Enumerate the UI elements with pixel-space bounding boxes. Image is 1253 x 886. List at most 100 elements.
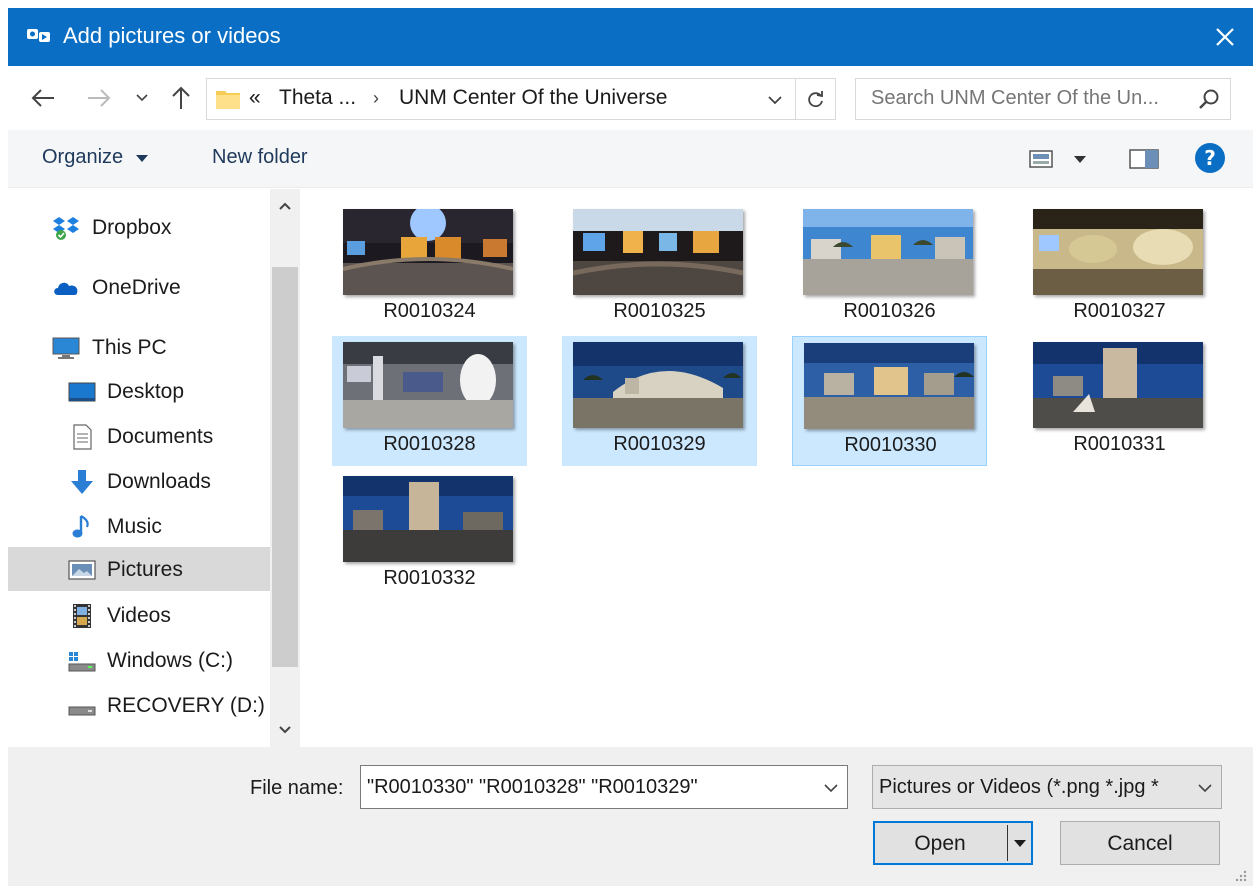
nav-label-windows-c: Windows (C:) bbox=[107, 649, 234, 672]
help-button[interactable]: ? bbox=[1194, 142, 1226, 179]
nav-label-documents: Documents bbox=[107, 425, 214, 448]
cancel-button[interactable]: Cancel bbox=[1060, 821, 1220, 865]
nav-item-documents[interactable]: Documents bbox=[8, 414, 270, 458]
file-name-label: File name: bbox=[250, 777, 344, 799]
nav-item-music[interactable]: Music bbox=[8, 504, 270, 548]
file-tile-r0010325[interactable]: R0010325 bbox=[562, 203, 757, 333]
forward-arrow-icon bbox=[88, 89, 111, 107]
nav-label-dropbox: Dropbox bbox=[92, 216, 172, 239]
view-icon bbox=[1029, 150, 1086, 168]
close-icon bbox=[1216, 28, 1234, 46]
open-button[interactable]: Open bbox=[873, 821, 1033, 865]
cancel-label: Cancel bbox=[1107, 832, 1173, 855]
preview-pane-button[interactable] bbox=[1128, 147, 1160, 176]
nav-item-onedrive[interactable]: OneDrive bbox=[8, 265, 270, 309]
preview-pane-icon bbox=[1129, 149, 1159, 169]
nav-label-downloads: Downloads bbox=[107, 470, 211, 493]
nav-item-downloads[interactable]: Downloads bbox=[8, 459, 270, 503]
file-type-dropdown-button[interactable] bbox=[1193, 776, 1217, 800]
breadcrumb-separator[interactable]: › bbox=[373, 88, 379, 109]
file-tile-r0010326[interactable]: R0010326 bbox=[792, 203, 987, 333]
nav-item-videos[interactable]: Videos bbox=[8, 593, 270, 637]
file-name: R0010326 bbox=[843, 300, 936, 322]
file-name: R0010330 bbox=[844, 434, 937, 456]
search-icon bbox=[1199, 89, 1219, 109]
search-input[interactable]: Search UNM Center Of the Un... bbox=[871, 87, 1186, 110]
help-icon: ? bbox=[1195, 143, 1225, 173]
address-overflow[interactable]: « bbox=[249, 86, 261, 110]
file-tile-r0010327[interactable]: R0010327 bbox=[1022, 203, 1217, 333]
address-dropdown-button[interactable] bbox=[762, 87, 788, 113]
thumbnail-r0010328 bbox=[343, 342, 513, 428]
file-name-dropdown-button[interactable] bbox=[819, 776, 843, 800]
nav-item-dropbox[interactable]: Dropbox bbox=[8, 205, 270, 249]
close-button[interactable] bbox=[1197, 8, 1253, 66]
chevron-down-icon bbox=[279, 726, 291, 734]
file-tile-r0010324[interactable]: R0010324 bbox=[332, 203, 527, 333]
chevron-down-icon bbox=[1198, 784, 1212, 793]
change-view-button[interactable] bbox=[1028, 148, 1098, 175]
breadcrumb-theta[interactable]: Theta ... bbox=[279, 86, 356, 110]
thumbnail-r0010329 bbox=[573, 342, 743, 428]
organize-button[interactable]: Organize bbox=[42, 146, 149, 169]
drive-d-icon bbox=[68, 706, 96, 716]
thumbnail-r0010325 bbox=[573, 209, 743, 295]
nav-label-desktop: Desktop bbox=[107, 380, 185, 403]
thumbnail-r0010326 bbox=[803, 209, 973, 295]
forward-button[interactable] bbox=[84, 82, 114, 114]
caret-down-icon bbox=[1014, 840, 1026, 847]
scroll-up-button[interactable] bbox=[270, 191, 300, 221]
drive-c-icon bbox=[68, 652, 96, 672]
file-tile-r0010332[interactable]: R0010332 bbox=[332, 470, 527, 600]
downloads-icon bbox=[71, 470, 93, 494]
file-name: R0010328 bbox=[383, 433, 476, 455]
address-bar[interactable]: « Theta ... › UNM Center Of the Universe bbox=[206, 78, 796, 120]
music-icon bbox=[72, 515, 89, 538]
nav-label-this-pc: This PC bbox=[92, 336, 167, 359]
nav-label-recovery-d: RECOVERY (D:) bbox=[107, 694, 265, 717]
file-tile-r0010328[interactable]: R0010328 bbox=[332, 336, 527, 466]
chevron-down-icon bbox=[824, 784, 838, 793]
chevron-down-icon bbox=[135, 155, 148, 162]
file-name: R0010332 bbox=[383, 567, 476, 589]
file-type-select[interactable]: Pictures or Videos (*.png *.jpg * bbox=[872, 765, 1222, 809]
nav-item-windows-c[interactable]: Windows (C:) bbox=[8, 638, 270, 682]
thumbnail-r0010324 bbox=[343, 209, 513, 295]
back-arrow-icon bbox=[31, 89, 54, 107]
file-tile-r0010331[interactable]: R0010331 bbox=[1022, 336, 1217, 466]
resize-grip-icon[interactable] bbox=[1233, 868, 1247, 882]
documents-icon bbox=[73, 424, 92, 450]
recent-locations-button[interactable] bbox=[130, 82, 154, 114]
open-options-button[interactable] bbox=[1009, 827, 1031, 859]
open-label: Open bbox=[914, 832, 966, 855]
thumbnail-r0010327 bbox=[1033, 209, 1203, 295]
nav-item-desktop[interactable]: Desktop bbox=[8, 369, 270, 413]
navigation-pane: Dropbox OneDrive This PC Desktop Documen… bbox=[8, 189, 270, 747]
window-title: Add pictures or videos bbox=[63, 23, 281, 48]
file-tile-r0010329[interactable]: R0010329 bbox=[562, 336, 757, 466]
scroll-thumb[interactable] bbox=[272, 267, 298, 667]
nav-label-music: Music bbox=[107, 515, 162, 538]
breadcrumb-current-folder[interactable]: UNM Center Of the Universe bbox=[399, 86, 667, 110]
nav-item-pictures[interactable]: Pictures bbox=[8, 547, 270, 591]
search-box[interactable]: Search UNM Center Of the Un... bbox=[855, 78, 1231, 120]
navigation-scrollbar[interactable] bbox=[270, 189, 300, 747]
file-name: R0010324 bbox=[383, 300, 476, 322]
back-button[interactable] bbox=[28, 82, 58, 114]
file-name-value: "R0010330" "R0010328" "R0010329" bbox=[367, 776, 698, 798]
file-name-field[interactable]: "R0010330" "R0010328" "R0010329" bbox=[360, 765, 848, 809]
up-button[interactable] bbox=[166, 82, 196, 114]
refresh-button[interactable] bbox=[796, 78, 836, 120]
nav-item-this-pc[interactable]: This PC bbox=[8, 325, 270, 369]
open-split-divider bbox=[1007, 825, 1008, 861]
nav-item-recovery-d[interactable]: RECOVERY (D:) bbox=[8, 683, 270, 727]
organize-label: Organize bbox=[42, 146, 124, 168]
scroll-down-button[interactable] bbox=[270, 715, 300, 745]
svg-text:?: ? bbox=[1204, 146, 1216, 170]
file-list: R0010324 R0010325 R0010326 R0010327 R001… bbox=[300, 189, 1253, 747]
file-tile-r0010330[interactable]: R0010330 bbox=[792, 336, 987, 466]
videos-icon bbox=[73, 604, 91, 628]
chevron-down-icon bbox=[136, 94, 148, 102]
title-bar: Add pictures or videos bbox=[8, 8, 1253, 66]
new-folder-button[interactable]: New folder bbox=[212, 146, 308, 169]
